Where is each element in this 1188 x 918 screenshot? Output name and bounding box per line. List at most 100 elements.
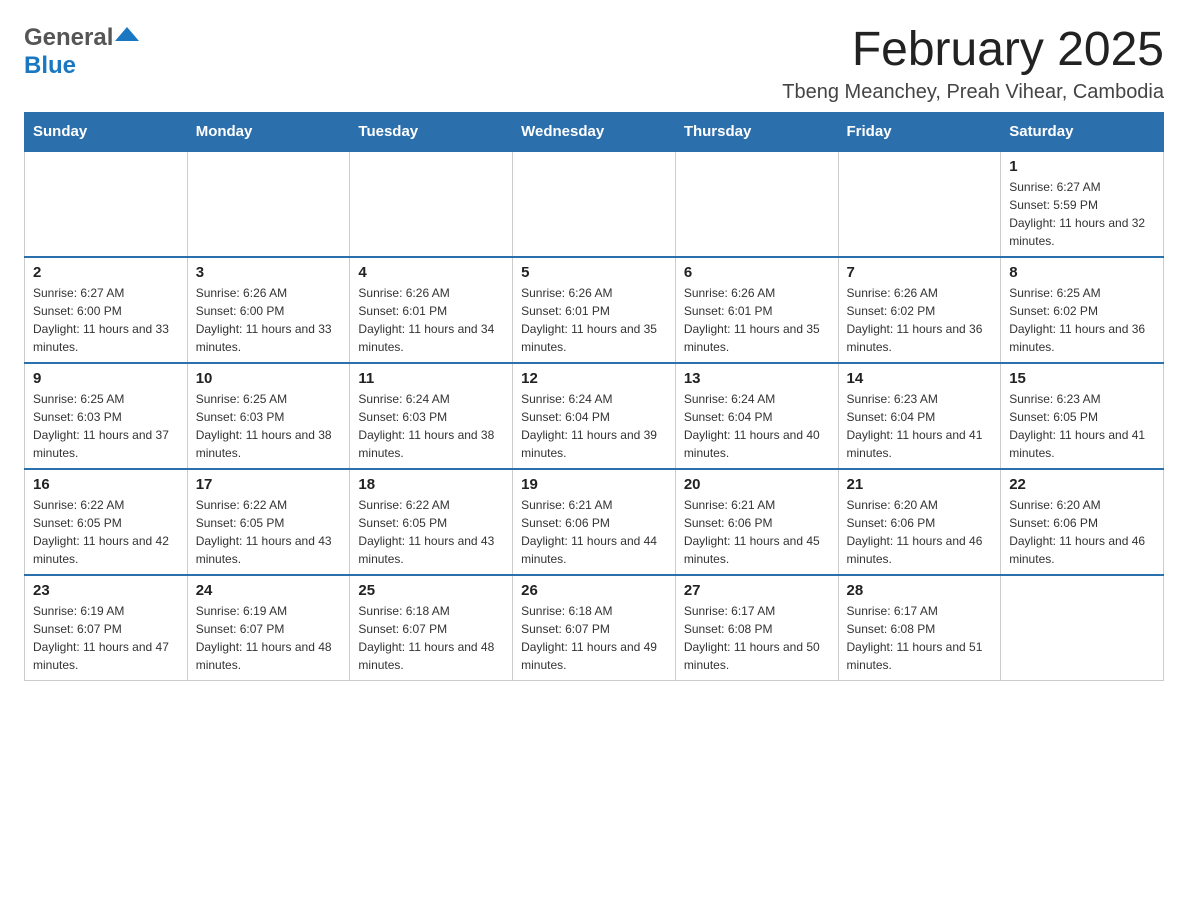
day-number: 12: [521, 370, 667, 387]
day-info: Sunrise: 6:22 AMSunset: 6:05 PMDaylight:…: [196, 496, 342, 568]
calendar-day-cell: 3Sunrise: 6:26 AMSunset: 6:00 PMDaylight…: [187, 257, 350, 363]
day-info: Sunrise: 6:23 AMSunset: 6:05 PMDaylight:…: [1009, 390, 1155, 462]
calendar-week-row: 1 Sunrise: 6:27 AMSunset: 5:59 PMDaylight…: [25, 151, 1164, 257]
day-number: 1: [1009, 158, 1155, 175]
day-info: Sunrise: 6:20 AMSunset: 6:06 PMDaylight:…: [1009, 496, 1155, 568]
calendar-day-cell: 13 Sunrise: 6:24 AMSunset: 6:04 PMDayligh…: [675, 363, 838, 469]
calendar-table: SundayMondayTuesdayWednesdayThursdayFrid…: [24, 112, 1164, 681]
day-info: Sunrise: 6:18 AMSunset: 6:07 PMDaylight:…: [358, 602, 504, 674]
day-info: Sunrise: 6:19 AMSunset: 6:07 PMDaylight:…: [33, 602, 179, 674]
day-info: Sunrise: 6:17 AMSunset: 6:08 PMDaylight:…: [684, 602, 830, 674]
day-number: 28: [847, 582, 993, 599]
day-number: 11: [358, 370, 504, 387]
day-info: Sunrise: 6:20 AMSunset: 6:06 PMDaylight:…: [847, 496, 993, 568]
calendar-day-cell: 21Sunrise: 6:20 AMSunset: 6:06 PMDayligh…: [838, 469, 1001, 575]
day-info: Sunrise: 6:22 AMSunset: 6:05 PMDaylight:…: [33, 496, 179, 568]
calendar-day-cell: 9 Sunrise: 6:25 AMSunset: 6:03 PMDaylight…: [25, 363, 188, 469]
day-number: 26: [521, 582, 667, 599]
calendar-day-cell: 28 Sunrise: 6:17 AMSunset: 6:08 PMDayligh…: [838, 575, 1001, 681]
day-number: 9: [33, 370, 179, 387]
day-number: 18: [358, 476, 504, 493]
calendar-week-row: 23Sunrise: 6:19 AMSunset: 6:07 PMDayligh…: [25, 575, 1164, 681]
day-info: Sunrise: 6:24 AMSunset: 6:04 PMDaylight:…: [684, 390, 830, 462]
calendar-day-cell: 10 Sunrise: 6:25 AMSunset: 6:03 PMDayligh…: [187, 363, 350, 469]
calendar-day-cell: 1 Sunrise: 6:27 AMSunset: 5:59 PMDaylight…: [1001, 151, 1164, 257]
calendar-day-cell: [1001, 575, 1164, 681]
weekday-header-thursday: Thursday: [675, 112, 838, 151]
weekday-header-sunday: Sunday: [25, 112, 188, 151]
day-number: 25: [358, 582, 504, 599]
day-number: 7: [847, 264, 993, 281]
day-number: 22: [1009, 476, 1155, 493]
day-info: Sunrise: 6:26 AMSunset: 6:01 PMDaylight:…: [521, 284, 667, 356]
calendar-day-cell: 11 Sunrise: 6:24 AMSunset: 6:03 PMDayligh…: [350, 363, 513, 469]
calendar-day-cell: [350, 151, 513, 257]
calendar-day-cell: [25, 151, 188, 257]
logo-general-text: General: [24, 24, 113, 52]
day-number: 27: [684, 582, 830, 599]
day-number: 10: [196, 370, 342, 387]
logo-blue-text: Blue: [24, 52, 76, 79]
calendar-day-cell: 8 Sunrise: 6:25 AMSunset: 6:02 PMDaylight…: [1001, 257, 1164, 363]
weekday-header-row: SundayMondayTuesdayWednesdayThursdayFrid…: [25, 112, 1164, 151]
day-info: Sunrise: 6:25 AMSunset: 6:02 PMDaylight:…: [1009, 284, 1155, 356]
day-info: Sunrise: 6:25 AMSunset: 6:03 PMDaylight:…: [33, 390, 179, 462]
calendar-day-cell: 2Sunrise: 6:27 AMSunset: 6:00 PMDaylight…: [25, 257, 188, 363]
day-number: 14: [847, 370, 993, 387]
calendar-day-cell: 24 Sunrise: 6:19 AMSunset: 6:07 PMDayligh…: [187, 575, 350, 681]
calendar-day-cell: 7Sunrise: 6:26 AMSunset: 6:02 PMDaylight…: [838, 257, 1001, 363]
day-info: Sunrise: 6:18 AMSunset: 6:07 PMDaylight:…: [521, 602, 667, 674]
day-number: 16: [33, 476, 179, 493]
calendar-day-cell: 12 Sunrise: 6:24 AMSunset: 6:04 PMDayligh…: [513, 363, 676, 469]
day-info: Sunrise: 6:22 AMSunset: 6:05 PMDaylight:…: [358, 496, 504, 568]
calendar-week-row: 9 Sunrise: 6:25 AMSunset: 6:03 PMDaylight…: [25, 363, 1164, 469]
month-year-title: February 2025: [782, 24, 1164, 77]
day-number: 4: [358, 264, 504, 281]
logo-triangle-icon: [115, 27, 139, 41]
weekday-header-wednesday: Wednesday: [513, 112, 676, 151]
calendar-day-cell: 19 Sunrise: 6:21 AMSunset: 6:06 PMDayligh…: [513, 469, 676, 575]
weekday-header-saturday: Saturday: [1001, 112, 1164, 151]
calendar-day-cell: [187, 151, 350, 257]
calendar-day-cell: 15Sunrise: 6:23 AMSunset: 6:05 PMDayligh…: [1001, 363, 1164, 469]
day-info: Sunrise: 6:26 AMSunset: 6:01 PMDaylight:…: [358, 284, 504, 356]
calendar-day-cell: 4 Sunrise: 6:26 AMSunset: 6:01 PMDaylight…: [350, 257, 513, 363]
day-number: 13: [684, 370, 830, 387]
logo: General Blue: [24, 24, 139, 80]
calendar-day-cell: 22 Sunrise: 6:20 AMSunset: 6:06 PMDayligh…: [1001, 469, 1164, 575]
location-subtitle: Tbeng Meanchey, Preah Vihear, Cambodia: [782, 81, 1164, 104]
weekday-header-friday: Friday: [838, 112, 1001, 151]
page-header: General Blue February 2025 Tbeng Meanche…: [24, 24, 1164, 104]
day-number: 5: [521, 264, 667, 281]
day-info: Sunrise: 6:19 AMSunset: 6:07 PMDaylight:…: [196, 602, 342, 674]
day-info: Sunrise: 6:21 AMSunset: 6:06 PMDaylight:…: [521, 496, 667, 568]
calendar-day-cell: 5 Sunrise: 6:26 AMSunset: 6:01 PMDaylight…: [513, 257, 676, 363]
title-block: February 2025 Tbeng Meanchey, Preah Vihe…: [782, 24, 1164, 104]
calendar-day-cell: 26 Sunrise: 6:18 AMSunset: 6:07 PMDayligh…: [513, 575, 676, 681]
day-info: Sunrise: 6:24 AMSunset: 6:03 PMDaylight:…: [358, 390, 504, 462]
weekday-header-monday: Monday: [187, 112, 350, 151]
day-info: Sunrise: 6:17 AMSunset: 6:08 PMDaylight:…: [847, 602, 993, 674]
day-info: Sunrise: 6:26 AMSunset: 6:01 PMDaylight:…: [684, 284, 830, 356]
day-info: Sunrise: 6:24 AMSunset: 6:04 PMDaylight:…: [521, 390, 667, 462]
day-info: Sunrise: 6:23 AMSunset: 6:04 PMDaylight:…: [847, 390, 993, 462]
calendar-day-cell: [513, 151, 676, 257]
day-number: 2: [33, 264, 179, 281]
calendar-day-cell: 17 Sunrise: 6:22 AMSunset: 6:05 PMDayligh…: [187, 469, 350, 575]
calendar-day-cell: 18 Sunrise: 6:22 AMSunset: 6:05 PMDayligh…: [350, 469, 513, 575]
day-info: Sunrise: 6:25 AMSunset: 6:03 PMDaylight:…: [196, 390, 342, 462]
day-info: Sunrise: 6:27 AMSunset: 5:59 PMDaylight:…: [1009, 178, 1155, 250]
calendar-day-cell: 23Sunrise: 6:19 AMSunset: 6:07 PMDayligh…: [25, 575, 188, 681]
calendar-day-cell: 6Sunrise: 6:26 AMSunset: 6:01 PMDaylight…: [675, 257, 838, 363]
day-number: 24: [196, 582, 342, 599]
day-number: 20: [684, 476, 830, 493]
day-number: 17: [196, 476, 342, 493]
calendar-week-row: 16 Sunrise: 6:22 AMSunset: 6:05 PMDayligh…: [25, 469, 1164, 575]
day-number: 19: [521, 476, 667, 493]
day-number: 8: [1009, 264, 1155, 281]
calendar-day-cell: 14 Sunrise: 6:23 AMSunset: 6:04 PMDayligh…: [838, 363, 1001, 469]
calendar-day-cell: 27 Sunrise: 6:17 AMSunset: 6:08 PMDayligh…: [675, 575, 838, 681]
day-info: Sunrise: 6:26 AMSunset: 6:00 PMDaylight:…: [196, 284, 342, 356]
day-info: Sunrise: 6:21 AMSunset: 6:06 PMDaylight:…: [684, 496, 830, 568]
calendar-day-cell: [675, 151, 838, 257]
